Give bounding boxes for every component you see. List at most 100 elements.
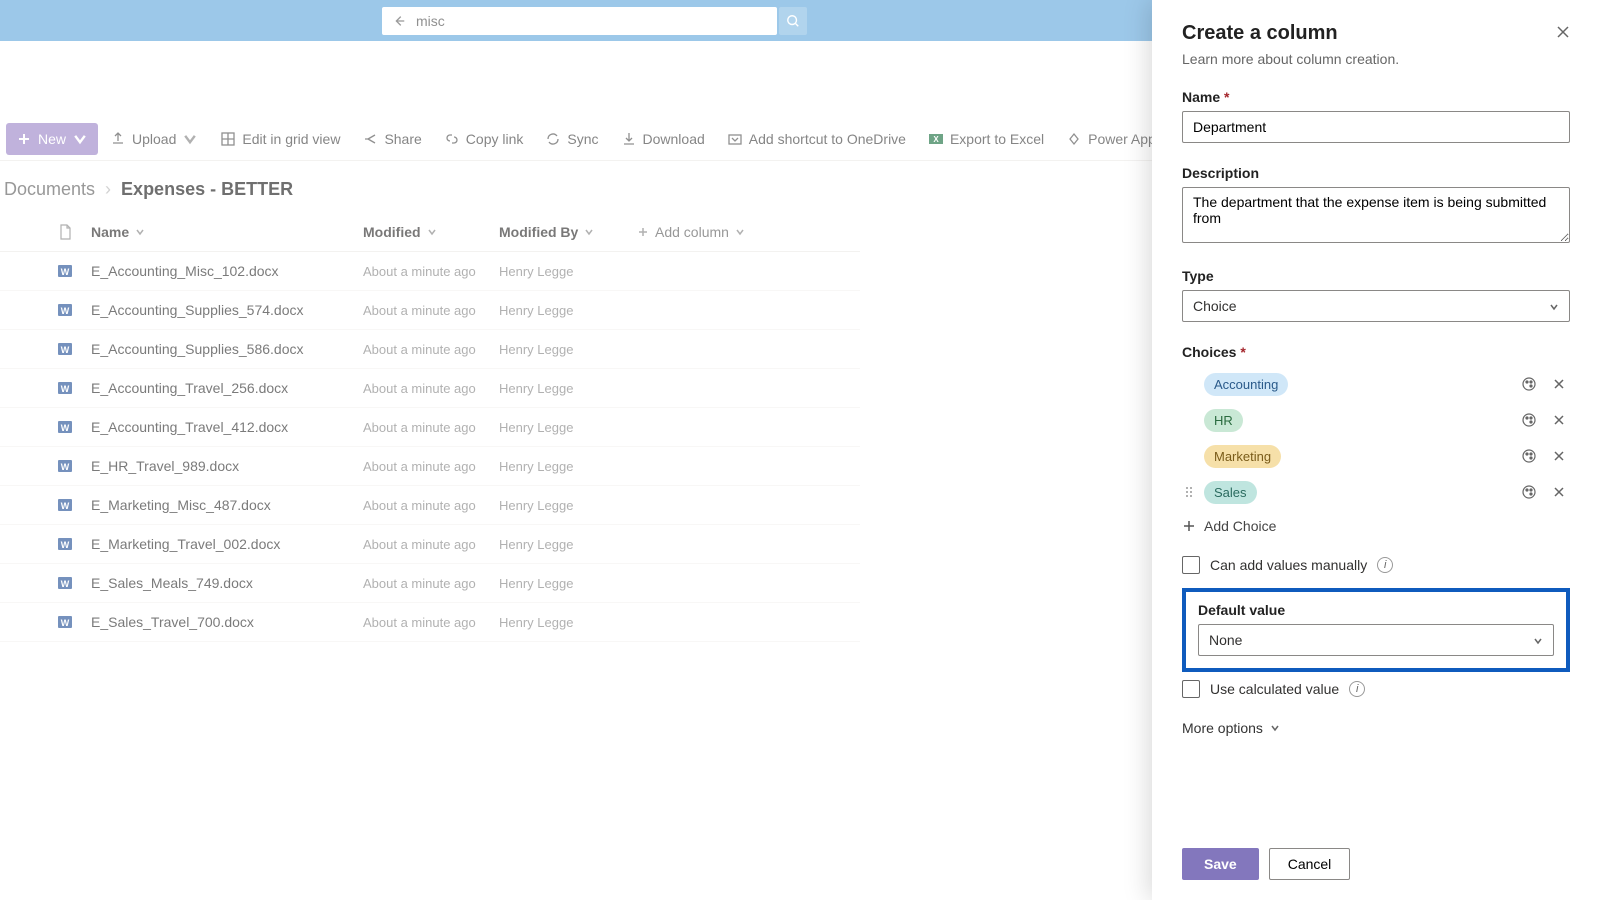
default-value-highlight: Default value None bbox=[1182, 588, 1570, 672]
edit-grid-button[interactable]: Edit in grid view bbox=[210, 123, 350, 155]
remove-icon[interactable] bbox=[1548, 373, 1570, 395]
file-name[interactable]: E_Sales_Travel_700.docx bbox=[91, 614, 363, 630]
add-choice-button[interactable]: Add Choice bbox=[1182, 518, 1570, 534]
search-button[interactable] bbox=[779, 7, 807, 35]
calc-checkbox[interactable] bbox=[1182, 680, 1200, 698]
table-row[interactable]: WE_Accounting_Travel_412.docxAbout a min… bbox=[0, 408, 860, 447]
word-doc-icon: W bbox=[55, 575, 75, 591]
shortcut-button[interactable]: Add shortcut to OneDrive bbox=[717, 123, 916, 155]
download-button[interactable]: Download bbox=[611, 123, 715, 155]
palette-icon[interactable] bbox=[1518, 373, 1540, 395]
search-wrap bbox=[382, 7, 807, 35]
file-modified-by[interactable]: Henry Legge bbox=[499, 420, 637, 435]
choice-pill[interactable]: HR bbox=[1204, 409, 1243, 432]
manual-values-row: Can add values manually i bbox=[1182, 556, 1570, 574]
table-row[interactable]: WE_Sales_Meals_749.docxAbout a minute ag… bbox=[0, 564, 860, 603]
panel-title: Create a column bbox=[1182, 22, 1338, 45]
choice-pill[interactable]: Accounting bbox=[1204, 373, 1288, 396]
file-name[interactable]: E_Accounting_Supplies_574.docx bbox=[91, 302, 363, 318]
remove-icon[interactable] bbox=[1548, 445, 1570, 467]
chevron-down-icon bbox=[1269, 723, 1281, 733]
svg-text:X: X bbox=[933, 135, 939, 144]
col-fileicon[interactable] bbox=[55, 224, 75, 240]
table-row[interactable]: WE_Sales_Travel_700.docxAbout a minute a… bbox=[0, 603, 860, 642]
file-modified: About a minute ago bbox=[363, 264, 499, 279]
sync-label: Sync bbox=[567, 131, 598, 147]
col-modified[interactable]: Modified bbox=[363, 224, 499, 240]
col-name[interactable]: Name bbox=[91, 224, 363, 240]
table-row[interactable]: WE_Marketing_Misc_487.docxAbout a minute… bbox=[0, 486, 860, 525]
file-name[interactable]: E_Accounting_Travel_256.docx bbox=[91, 380, 363, 396]
share-button[interactable]: Share bbox=[352, 123, 431, 155]
palette-icon[interactable] bbox=[1518, 445, 1540, 467]
drag-handle-icon[interactable] bbox=[1182, 485, 1196, 499]
svg-text:W: W bbox=[61, 267, 70, 277]
file-modified-by[interactable]: Henry Legge bbox=[499, 303, 637, 318]
file-modified-by[interactable]: Henry Legge bbox=[499, 576, 637, 591]
table-header: Name Modified Modified By Add column bbox=[0, 212, 860, 252]
info-icon[interactable]: i bbox=[1377, 557, 1393, 573]
table-row[interactable]: WE_Accounting_Travel_256.docxAbout a min… bbox=[0, 369, 860, 408]
file-name[interactable]: E_Marketing_Travel_002.docx bbox=[91, 536, 363, 552]
add-column[interactable]: Add column bbox=[637, 224, 745, 240]
upload-button[interactable]: Upload bbox=[100, 123, 208, 155]
file-modified-by[interactable]: Henry Legge bbox=[499, 381, 637, 396]
file-modified-by[interactable]: Henry Legge bbox=[499, 615, 637, 630]
word-doc-icon: W bbox=[55, 302, 75, 318]
new-button[interactable]: New bbox=[6, 123, 98, 155]
name-input[interactable] bbox=[1182, 111, 1570, 143]
table-row[interactable]: WE_Accounting_Supplies_574.docxAbout a m… bbox=[0, 291, 860, 330]
file-name[interactable]: E_Accounting_Supplies_586.docx bbox=[91, 341, 363, 357]
breadcrumb-parent[interactable]: Documents bbox=[4, 179, 95, 200]
more-options-label: More options bbox=[1182, 720, 1263, 736]
calc-value-row: Use calculated value i bbox=[1182, 680, 1570, 698]
calc-label: Use calculated value bbox=[1210, 681, 1339, 697]
cancel-button[interactable]: Cancel bbox=[1269, 848, 1351, 880]
table-row[interactable]: W E_Accounting_Misc_102.docxAbout a minut… bbox=[0, 252, 860, 291]
file-modified: About a minute ago bbox=[363, 459, 499, 474]
default-value-select[interactable]: None bbox=[1198, 624, 1554, 656]
table-row[interactable]: WE_Marketing_Travel_002.docxAbout a minu… bbox=[0, 525, 860, 564]
manual-checkbox[interactable] bbox=[1182, 556, 1200, 574]
excel-button[interactable]: X Export to Excel bbox=[918, 123, 1054, 155]
file-name[interactable]: E_Marketing_Misc_487.docx bbox=[91, 497, 363, 513]
choice-pill[interactable]: Sales bbox=[1204, 481, 1257, 504]
panel-subtitle[interactable]: Learn more about column creation. bbox=[1182, 51, 1570, 67]
more-options[interactable]: More options bbox=[1182, 720, 1570, 736]
choice-row: Accounting bbox=[1182, 366, 1570, 402]
type-select[interactable]: Choice bbox=[1182, 290, 1570, 322]
table-row[interactable]: WE_HR_Travel_989.docxAbout a minute agoH… bbox=[0, 447, 860, 486]
table-row[interactable]: WE_Accounting_Supplies_586.docxAbout a m… bbox=[0, 330, 860, 369]
upload-label: Upload bbox=[132, 131, 176, 147]
palette-icon[interactable] bbox=[1518, 409, 1540, 431]
file-name[interactable]: E_Accounting_Travel_412.docx bbox=[91, 419, 363, 435]
name-label: Name * bbox=[1182, 89, 1570, 105]
palette-icon[interactable] bbox=[1518, 481, 1540, 503]
col-modified-by[interactable]: Modified By bbox=[499, 224, 637, 240]
file-name[interactable]: E_Accounting_Misc_102.docx bbox=[91, 263, 363, 279]
sync-button[interactable]: Sync bbox=[535, 123, 608, 155]
word-doc-icon: W bbox=[55, 497, 75, 513]
file-modified: About a minute ago bbox=[363, 381, 499, 396]
search-input[interactable] bbox=[416, 13, 769, 29]
back-arrow-icon[interactable] bbox=[390, 12, 408, 30]
remove-icon[interactable] bbox=[1548, 481, 1570, 503]
search-box[interactable] bbox=[382, 7, 777, 35]
file-modified-by[interactable]: Henry Legge bbox=[499, 342, 637, 357]
save-button[interactable]: Save bbox=[1182, 848, 1259, 880]
col-modified-by-label: Modified By bbox=[499, 224, 578, 240]
close-icon[interactable] bbox=[1556, 25, 1570, 42]
copylink-button[interactable]: Copy link bbox=[434, 123, 534, 155]
file-name[interactable]: E_HR_Travel_989.docx bbox=[91, 458, 363, 474]
word-doc-icon: W bbox=[55, 419, 75, 435]
copylink-label: Copy link bbox=[466, 131, 524, 147]
choice-pill[interactable]: Marketing bbox=[1204, 445, 1281, 468]
file-modified-by[interactable]: Henry Legge bbox=[499, 459, 637, 474]
info-icon[interactable]: i bbox=[1349, 681, 1365, 697]
description-input[interactable] bbox=[1182, 187, 1570, 243]
file-modified-by[interactable]: Henry Legge bbox=[499, 498, 637, 513]
file-name[interactable]: E_Sales_Meals_749.docx bbox=[91, 575, 363, 591]
remove-icon[interactable] bbox=[1548, 409, 1570, 431]
file-modified-by[interactable]: Henry Legge bbox=[499, 264, 637, 279]
file-modified-by[interactable]: Henry Legge bbox=[499, 537, 637, 552]
